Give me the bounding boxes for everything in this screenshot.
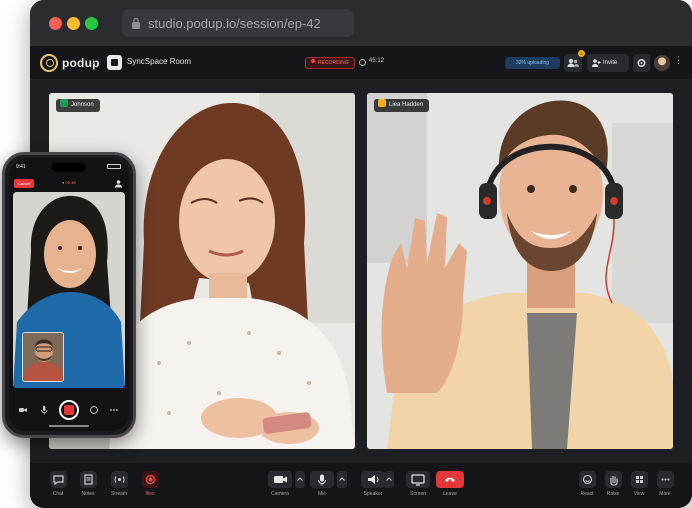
people-icon[interactable]	[114, 179, 123, 188]
more-icon	[661, 478, 669, 481]
room-icon	[107, 55, 122, 70]
participant-name: Johnson	[71, 102, 94, 108]
clock-icon	[359, 59, 366, 66]
chevron-up-icon	[386, 477, 392, 481]
more-menu-icon[interactable]: ⋮	[674, 55, 683, 66]
notes-button[interactable]: Notes	[78, 471, 98, 497]
screen-share-icon	[411, 474, 425, 486]
user-avatar[interactable]	[654, 55, 670, 71]
home-indicator	[49, 425, 89, 427]
mic-speaking-icon	[378, 99, 386, 107]
lock-icon	[132, 17, 140, 29]
chat-button[interactable]: Chat	[48, 471, 68, 497]
mobile-record-button[interactable]	[59, 400, 79, 420]
rec-label: Rec	[145, 491, 155, 497]
mobile-main-video[interactable]	[13, 192, 125, 388]
self-view-video	[23, 333, 63, 381]
screen-share-button[interactable]: Screen	[405, 471, 431, 497]
room-title[interactable]: SyncSpace Room	[127, 57, 191, 66]
recording-label: RECORDING	[318, 60, 349, 66]
camera-icon	[274, 476, 287, 483]
participant-name: Liea Hadden	[389, 102, 424, 108]
mic-active-icon	[60, 99, 68, 107]
mobile-cancel-button[interactable]: Cancel	[14, 179, 35, 188]
mic-button[interactable]: Mic	[309, 471, 335, 497]
speaker-label: Speaker	[363, 491, 383, 497]
more-button[interactable]: More	[655, 471, 675, 497]
view-label: View	[633, 491, 645, 497]
address-bar[interactable]: studio.podup.io/session/ep-42	[122, 9, 354, 37]
invite-button[interactable]: Invite	[587, 54, 629, 72]
record-icon	[145, 474, 155, 485]
mobile-clock: 9:41	[16, 164, 26, 170]
participant-video-liea-hadden	[367, 93, 673, 449]
podup-logo-icon	[40, 54, 58, 72]
screenshot-root: studio.podup.io/session/ep-42 podup › Sy…	[0, 0, 692, 508]
camera-options-button[interactable]	[295, 471, 305, 488]
camera-icon[interactable]	[18, 405, 28, 415]
url-text: studio.podup.io/session/ep-42	[148, 16, 321, 31]
camera-button[interactable]: Camera	[267, 471, 293, 497]
speaker-icon	[368, 475, 379, 484]
chat-label: Chat	[52, 491, 64, 497]
more-label: More	[659, 491, 671, 497]
add-user-icon	[592, 59, 601, 67]
invite-label: Invite	[603, 60, 618, 66]
recording-dot-icon	[311, 59, 315, 63]
upload-status-badge: 32% uploading	[505, 57, 560, 69]
maximize-window-button[interactable]	[85, 17, 98, 30]
mobile-device: 9:41 Cancel ● 00:36	[2, 152, 136, 438]
screen-label: Screen	[410, 491, 426, 497]
leave-call-button[interactable]: Leave	[435, 471, 465, 497]
session-timer: 45:12	[369, 58, 385, 64]
mobile-recording-timer: ● 00:36	[62, 180, 76, 185]
battery-icon	[107, 164, 121, 169]
view-button[interactable]: View	[629, 471, 649, 497]
participant-name-tag: Liea Hadden	[374, 99, 430, 112]
speaker-options-button[interactable]	[384, 471, 394, 488]
notes-icon	[83, 474, 93, 485]
chat-icon	[52, 475, 64, 486]
minimize-window-button[interactable]	[67, 17, 80, 30]
settings-button[interactable]	[633, 54, 650, 72]
mobile-controls	[9, 395, 129, 431]
breadcrumb-separator: ›	[92, 56, 96, 68]
mic-options-button[interactable]	[337, 471, 347, 488]
participant-name-tag: Johnson	[56, 99, 100, 112]
chat-icon[interactable]	[89, 405, 99, 415]
chevron-up-icon	[297, 477, 303, 481]
browser-titlebar: studio.podup.io/session/ep-42	[30, 0, 692, 46]
call-controls-bar: Chat Notes Stream Rec Camera Mic Speaker…	[30, 463, 692, 508]
stream-button[interactable]: Stream	[108, 471, 130, 497]
react-label: React	[580, 491, 594, 497]
more-icon[interactable]	[109, 405, 119, 415]
notes-label: Notes	[81, 491, 95, 497]
mobile-self-view[interactable]	[22, 332, 64, 382]
recording-badge: RECORDING	[305, 57, 355, 69]
raise-label: Raise	[606, 491, 620, 497]
mic-icon	[318, 474, 326, 486]
notification-count-badge: 3	[578, 50, 585, 57]
leave-call-icon	[445, 477, 455, 482]
app-header: podup › SyncSpace Room RECORDING 45:12 3…	[30, 46, 692, 80]
dynamic-island	[52, 163, 86, 172]
gear-icon	[637, 59, 646, 68]
camera-label: Camera	[271, 491, 289, 497]
close-window-button[interactable]	[49, 17, 62, 30]
stream-icon	[113, 476, 125, 483]
mic-label: Mic	[318, 491, 326, 497]
participants-button[interactable]: 3	[564, 50, 585, 72]
leave-label: Leave	[443, 491, 457, 497]
mobile-screen: 9:41 Cancel ● 00:36	[9, 159, 129, 431]
raise-hand-icon	[609, 476, 618, 486]
react-button[interactable]: React	[577, 471, 597, 497]
rec-button[interactable]: Rec	[140, 471, 160, 497]
view-grid-icon	[635, 476, 643, 483]
react-icon	[582, 474, 592, 485]
stream-label: Stream	[110, 491, 128, 497]
chevron-up-icon	[339, 477, 345, 481]
mic-icon[interactable]	[39, 405, 49, 415]
raise-hand-button[interactable]: Raise	[603, 471, 623, 497]
participant-video-tile[interactable]: Liea Hadden	[367, 93, 673, 449]
